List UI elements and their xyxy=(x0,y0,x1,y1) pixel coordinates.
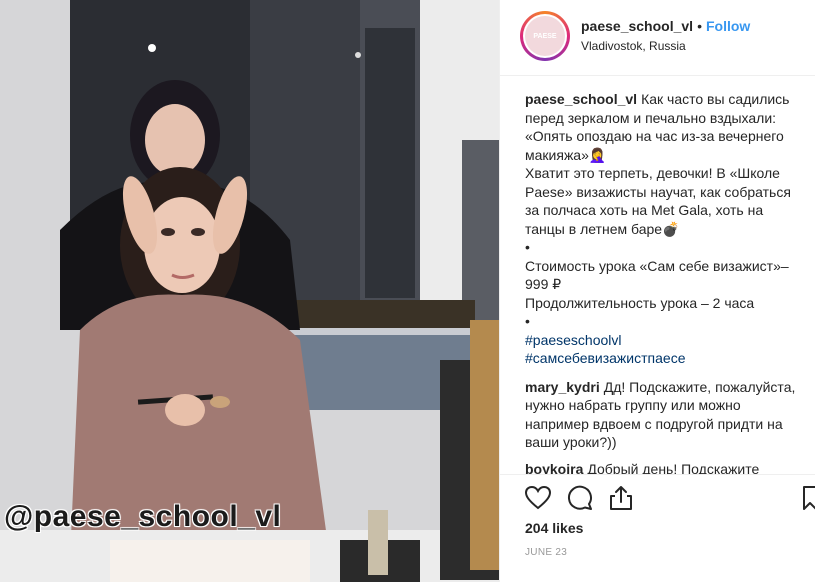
follow-button[interactable]: Follow xyxy=(706,18,750,34)
comment-username[interactable]: mary_kydri xyxy=(525,379,600,395)
caption-price: Стоимость урока «Сам себе визажист»– 999… xyxy=(525,257,789,293)
post-actions xyxy=(500,474,815,519)
post-header: PAESE paese_school_vl • Follow Vladivostok… xyxy=(500,0,815,76)
location-link[interactable]: Vladivostok, Russia xyxy=(581,39,686,53)
caption: paese_school_vl Как часто вы садились пер… xyxy=(525,90,805,164)
header-username[interactable]: paese_school_vl xyxy=(581,18,693,34)
caption-bullet: • xyxy=(525,313,530,329)
comment: mary_kydri Дд! Подскажите, пожалуйста, ну… xyxy=(525,378,805,452)
post-photo[interactable]: @paese_school_vl xyxy=(0,0,499,582)
bookmark-icon[interactable] xyxy=(802,484,815,512)
heart-icon[interactable] xyxy=(524,484,552,512)
avatar[interactable]: PAESE xyxy=(520,11,570,61)
caption-username[interactable]: paese_school_vl xyxy=(525,91,637,107)
comment-username[interactable]: boykoira xyxy=(525,461,583,475)
caption-duration: Продолжительность урока – 2 часа xyxy=(525,294,755,311)
post-date[interactable]: JUNE 23 xyxy=(525,547,567,558)
likes-count[interactable]: 204 likes xyxy=(525,520,583,536)
caption-line2: Хватит это терпеть, девочки! В «Школе Pa… xyxy=(525,165,791,237)
post-details-panel: PAESE paese_school_vl • Follow Vladivostok… xyxy=(499,0,815,582)
share-icon[interactable] xyxy=(607,484,635,512)
photo-watermark: @paese_school_vl xyxy=(4,500,282,533)
header-separator: • xyxy=(697,18,702,34)
photo-illustration xyxy=(0,0,499,582)
hashtag-link[interactable]: #самсебевизажистпаесе xyxy=(525,350,685,366)
comments-list[interactable]: paese_school_vl Как часто вы садились пер… xyxy=(525,90,805,474)
comment-text: Добрый день! Подскажите xyxy=(587,460,760,475)
comment: boykoira Добрый день! Подскажите xyxy=(525,460,805,475)
comment-icon[interactable] xyxy=(566,484,594,512)
avatar-logo: PAESE xyxy=(525,16,565,56)
header-user-line: paese_school_vl • Follow xyxy=(581,18,750,34)
caption-bullet: • xyxy=(525,239,530,255)
hashtag-link[interactable]: #paeseschoolvl xyxy=(525,332,622,348)
